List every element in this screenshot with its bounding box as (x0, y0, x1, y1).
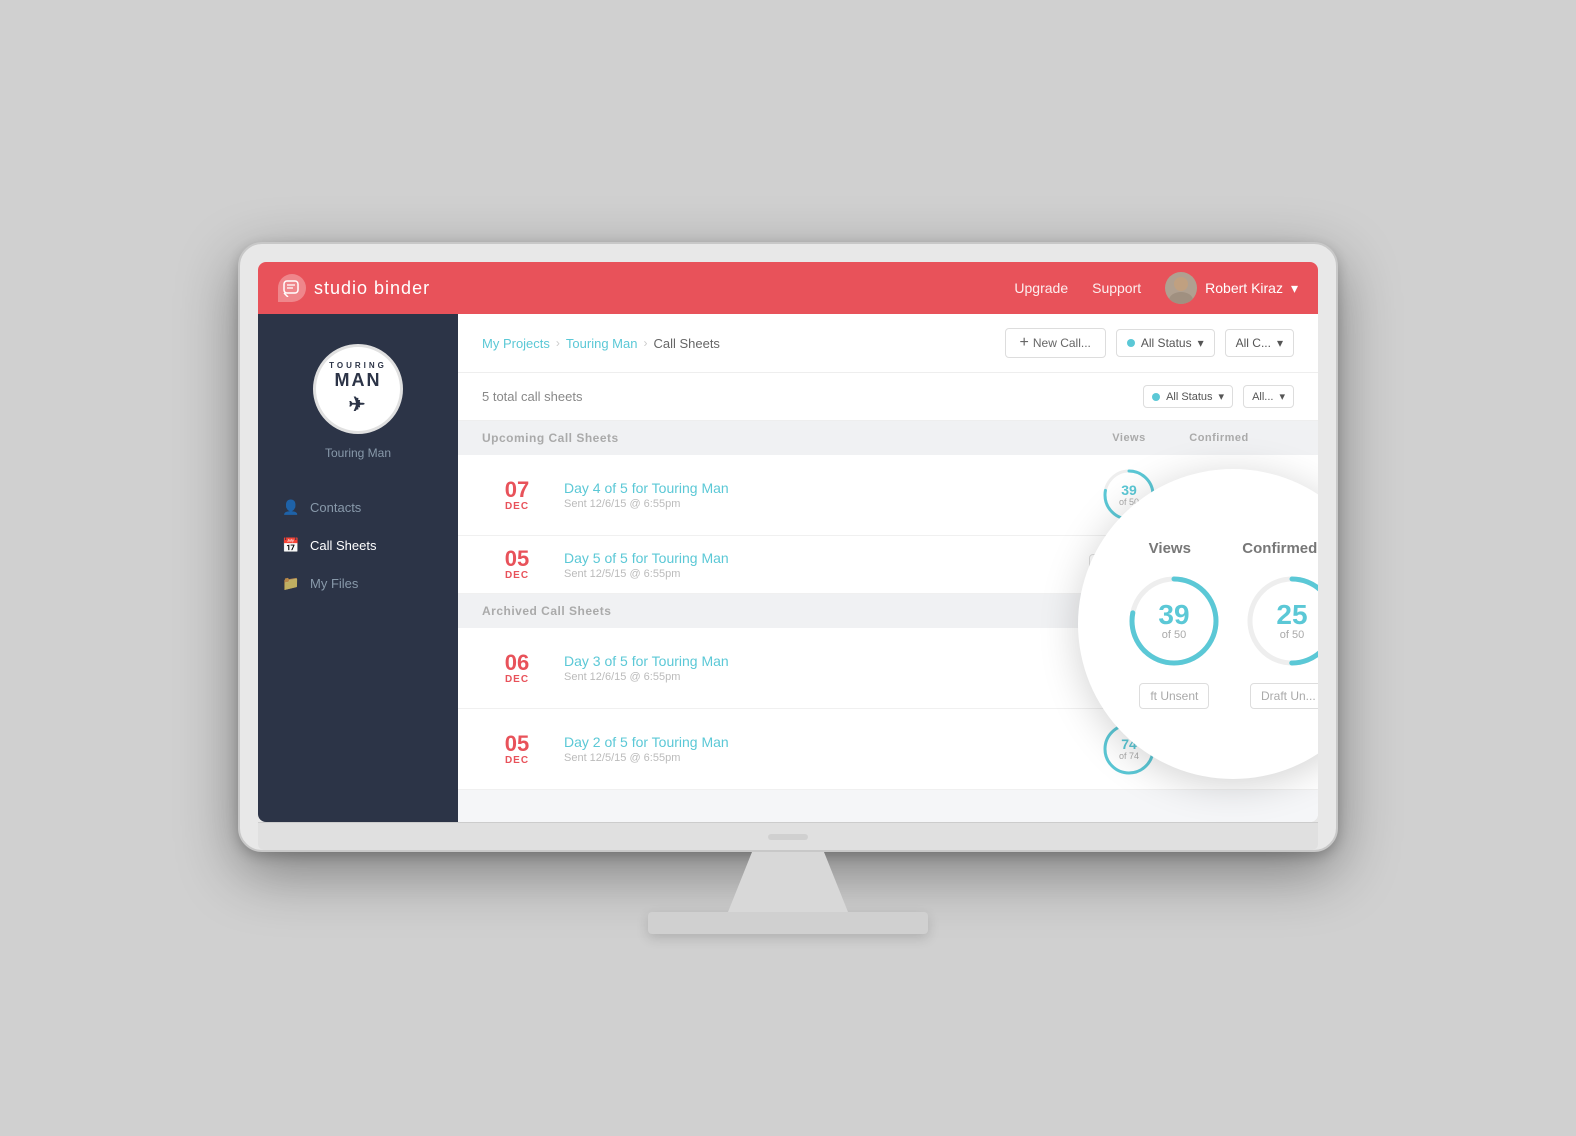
toolbar-all-filter[interactable]: All... ▾ (1243, 385, 1294, 408)
breadcrumb-touring-man[interactable]: Touring Man (566, 336, 638, 351)
avatar (1165, 272, 1197, 304)
row-date: 07 DEC (482, 479, 552, 512)
row-name-col: Day 3 of 5 for Touring Man Sent 12/6/15 … (552, 653, 1084, 683)
brand-logo: studio binder (278, 274, 430, 302)
monitor-chin-detail (768, 834, 808, 840)
all-filter-dropdown[interactable]: All C... ▾ (1225, 329, 1294, 357)
project-logo: TOURING MAN ✈ (313, 344, 403, 434)
folder-icon: 📁 (282, 574, 300, 592)
project-name: Touring Man (325, 446, 391, 460)
monitor-chin (258, 822, 1318, 850)
content-area: My Projects › Touring Man › Call Sheets … (458, 314, 1318, 822)
monitor-stand-top (728, 852, 848, 912)
sidebar-item-call-sheets[interactable]: 📅 Call Sheets (258, 526, 458, 564)
toolbar-status-filter[interactable]: All Status ▾ (1143, 385, 1233, 408)
support-link[interactable]: Support (1092, 280, 1141, 296)
upgrade-link[interactable]: Upgrade (1014, 280, 1068, 296)
zoom-confirmed-label: Confirmed (1242, 540, 1317, 557)
header-actions: New Call... All Status ▾ All C... ▾ (1005, 328, 1294, 358)
row-date: 05 DEC (482, 733, 552, 766)
toolbar-status-dot (1152, 393, 1160, 401)
chevron-down-icon: ▾ (1291, 280, 1298, 297)
chevron-down-icon: ▾ (1279, 390, 1285, 403)
row-name-col: Day 5 of 5 for Touring Man Sent 12/5/15 … (552, 550, 1084, 580)
top-nav: studio binder Upgrade Support (258, 262, 1318, 314)
project-logo-name: MAN (329, 371, 387, 391)
status-dot (1127, 339, 1135, 347)
logo-icon (278, 274, 306, 302)
zoom-confirmed-circle: 25 of 50 (1242, 571, 1318, 671)
contacts-icon: 👤 (282, 498, 300, 516)
breadcrumb: My Projects › Touring Man › Call Sheets (482, 336, 720, 351)
chevron-down-icon: ▾ (1277, 336, 1283, 350)
calendar-icon: 📅 (282, 536, 300, 554)
breadcrumb-sep-2: › (643, 336, 647, 350)
row-date: 06 DEC (482, 652, 552, 685)
upcoming-section-header: Upcoming Call Sheets Views Confirmed (458, 421, 1318, 455)
user-name: Robert Kiraz (1205, 280, 1283, 296)
sidebar-item-contacts[interactable]: 👤 Contacts (258, 488, 458, 526)
row-name-col: Day 2 of 5 for Touring Man Sent 12/5/15 … (552, 734, 1084, 764)
content-header: My Projects › Touring Man › Call Sheets … (458, 314, 1318, 373)
zoom-views-label: Views (1149, 540, 1191, 557)
total-label: 5 total call sheets (482, 389, 582, 404)
breadcrumb-my-projects[interactable]: My Projects (482, 336, 550, 351)
row-name-col: Day 4 of 5 for Touring Man Sent 12/6/15 … (552, 480, 1084, 510)
zoom-draft-badge-1: ft Unsent (1139, 683, 1209, 709)
zoom-views-circle: 39 of 50 (1124, 571, 1224, 671)
project-logo-icon: ✈ (329, 393, 387, 417)
chevron-down-icon: ▾ (1198, 336, 1204, 350)
zoom-draft-badge-2: Draft Un... (1250, 683, 1318, 709)
user-menu[interactable]: Robert Kiraz ▾ (1165, 272, 1298, 304)
chevron-down-icon: ▾ (1219, 390, 1225, 403)
cs-filters: All Status ▾ All... ▾ (1143, 385, 1294, 408)
nav-actions: Upgrade Support Robert Kiraz ▾ (1014, 272, 1298, 304)
breadcrumb-call-sheets: Call Sheets (653, 336, 719, 351)
monitor-stand-base (648, 912, 928, 934)
sidebar: TOURING MAN ✈ Touring Man 👤 Contacts (258, 314, 458, 822)
breadcrumb-sep-1: › (556, 336, 560, 350)
cs-toolbar: 5 total call sheets All Status ▾ All... … (458, 373, 1318, 421)
new-call-button[interactable]: New Call... (1005, 328, 1106, 358)
status-filter-dropdown[interactable]: All Status ▾ (1116, 329, 1215, 357)
row-date: 05 DEC (482, 548, 552, 581)
sidebar-nav: 👤 Contacts 📅 Call Sheets 📁 My Files (258, 488, 458, 602)
sidebar-item-my-files[interactable]: 📁 My Files (258, 564, 458, 602)
